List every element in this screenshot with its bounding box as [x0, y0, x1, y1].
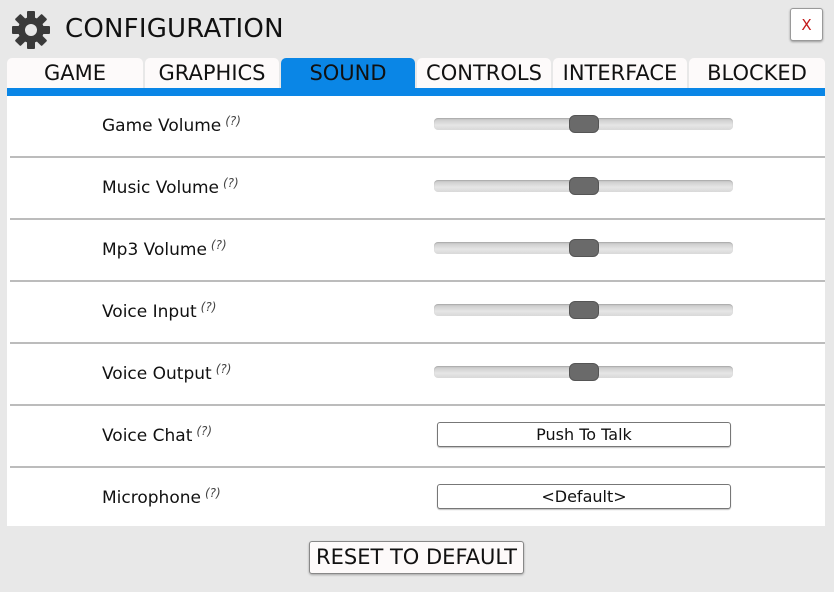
tab-underline	[7, 88, 825, 96]
slider-thumb[interactable]	[568, 301, 599, 319]
setting-label-text: Microphone	[102, 488, 201, 508]
game-volume-slider[interactable]	[434, 115, 733, 133]
setting-row-voice-output: Voice Output (?)	[7, 344, 825, 406]
tab-interface[interactable]: INTERFACE	[553, 58, 687, 88]
setting-label: Game Volume (?)	[102, 114, 241, 136]
tab-graphics[interactable]: GRAPHICS	[145, 58, 279, 88]
tab-bar: GAME GRAPHICS SOUND CONTROLS INTERFACE B…	[7, 58, 825, 88]
setting-row-microphone: Microphone (?) <Default>	[7, 468, 825, 526]
setting-row-mp3-volume: Mp3 Volume (?)	[7, 220, 825, 282]
slider-thumb[interactable]	[568, 177, 599, 195]
help-icon[interactable]: (?)	[225, 114, 241, 128]
setting-row-game-volume: Game Volume (?)	[7, 96, 825, 158]
setting-label: Music Volume (?)	[102, 176, 239, 198]
setting-row-voice-chat: Voice Chat (?) Push To Talk	[7, 406, 825, 468]
close-button[interactable]: X	[790, 8, 823, 41]
tab-controls[interactable]: CONTROLS	[417, 58, 551, 88]
voice-input-slider[interactable]	[434, 301, 733, 319]
setting-row-voice-input: Voice Input (?)	[7, 282, 825, 344]
setting-label-text: Game Volume	[102, 116, 222, 136]
setting-label-text: Voice Chat	[102, 426, 193, 446]
setting-label: Mp3 Volume (?)	[102, 238, 227, 260]
setting-label: Voice Output (?)	[102, 362, 231, 384]
setting-label-text: Voice Output	[102, 364, 212, 384]
tab-blocked[interactable]: BLOCKED	[689, 58, 825, 88]
setting-label-text: Voice Input	[102, 302, 197, 322]
music-volume-slider[interactable]	[434, 177, 733, 195]
help-icon[interactable]: (?)	[201, 300, 217, 314]
slider-thumb[interactable]	[568, 363, 599, 381]
help-icon[interactable]: (?)	[205, 486, 221, 500]
tab-game[interactable]: GAME	[7, 58, 143, 88]
setting-label: Voice Chat (?)	[102, 424, 212, 446]
slider-thumb[interactable]	[568, 239, 599, 257]
voice-output-slider[interactable]	[434, 363, 733, 381]
setting-label: Microphone (?)	[102, 486, 221, 508]
setting-label-text: Music Volume	[102, 178, 219, 198]
help-icon[interactable]: (?)	[216, 362, 232, 376]
mp3-volume-slider[interactable]	[434, 239, 733, 257]
microphone-select[interactable]: <Default>	[437, 484, 731, 509]
setting-row-music-volume: Music Volume (?)	[7, 158, 825, 220]
help-icon[interactable]: (?)	[211, 238, 227, 252]
voice-chat-select[interactable]: Push To Talk	[437, 422, 731, 447]
gear-icon	[12, 11, 50, 49]
tab-sound[interactable]: SOUND	[281, 58, 415, 88]
help-icon[interactable]: (?)	[223, 176, 239, 190]
reset-to-default-button[interactable]: RESET TO DEFAULT	[309, 541, 524, 574]
setting-label: Voice Input (?)	[102, 300, 216, 322]
slider-thumb[interactable]	[568, 115, 599, 133]
window-title: CONFIGURATION	[65, 14, 284, 44]
settings-panel: Game Volume (?) Music Volume (?) Mp3 Volum…	[7, 96, 825, 526]
title-bar: CONFIGURATION X	[0, 0, 834, 58]
help-icon[interactable]: (?)	[196, 424, 212, 438]
setting-label-text: Mp3 Volume	[102, 240, 207, 260]
